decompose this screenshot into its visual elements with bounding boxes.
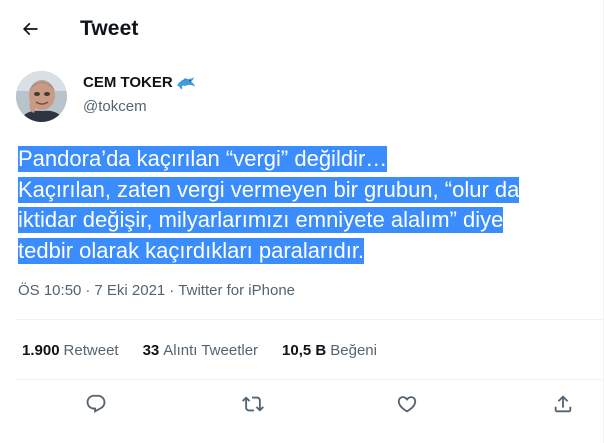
- like-count[interactable]: 10,5 B Beğeni: [282, 342, 377, 359]
- tweet-line: iktidar değişir, milyarlarımızı emniyete…: [18, 207, 504, 233]
- like-icon: [397, 396, 417, 413]
- tweet-meta: ÖS 10:50 · 7 Eki 2021 · Twitter for iPho…: [18, 282, 295, 299]
- dolphin-icon: [176, 76, 195, 89]
- reply-icon: [86, 394, 106, 413]
- tweet-stats: 1.900 Retweet 33 Alıntı Tweetler 10,5 B …: [22, 342, 377, 359]
- header: Tweet: [0, 0, 604, 58]
- retweet-icon: [242, 396, 264, 412]
- share-button[interactable]: [549, 390, 577, 418]
- tweet-line: Kaçırılan, zaten vergi vermeyen bir grub…: [18, 176, 520, 203]
- divider: [16, 379, 604, 380]
- arrow-left-icon: [22, 22, 38, 36]
- like-button[interactable]: [393, 390, 421, 418]
- back-button[interactable]: [16, 15, 44, 43]
- page-title: Tweet: [80, 17, 139, 40]
- tweet-source[interactable]: Twitter for iPhone: [178, 282, 295, 299]
- author-handle[interactable]: @tokcem: [83, 98, 147, 115]
- tweet-text: Pandora’da kaçırılan “vergi” değildir… K…: [18, 144, 598, 266]
- meta-separator: ·: [169, 282, 175, 299]
- author-name-row: CEM TOKER: [83, 74, 196, 91]
- tweet-time[interactable]: ÖS 10:50: [18, 282, 81, 299]
- tweet-line: Pandora’da kaçırılan “vergi” değildir…: [18, 146, 388, 172]
- divider: [16, 319, 604, 320]
- retweet-count[interactable]: 1.900 Retweet: [22, 342, 119, 359]
- tweet-line: tedbir olarak kaçırdıkları paralarıdır.: [18, 237, 365, 264]
- avatar-photo: [16, 71, 67, 122]
- retweet-button[interactable]: [239, 390, 267, 418]
- share-icon: [554, 395, 572, 413]
- tweet-detail-page: Tweet CEM TOKER @tokcem Pandora’da kaçır…: [0, 0, 604, 443]
- quote-tweet-count[interactable]: 33 Alıntı Tweetler: [143, 342, 258, 359]
- author-name[interactable]: CEM TOKER: [83, 74, 173, 91]
- meta-separator: ·: [85, 282, 91, 299]
- tweet-date[interactable]: 7 Eki 2021: [94, 282, 165, 299]
- avatar[interactable]: [16, 71, 67, 122]
- reply-button[interactable]: [82, 390, 110, 418]
